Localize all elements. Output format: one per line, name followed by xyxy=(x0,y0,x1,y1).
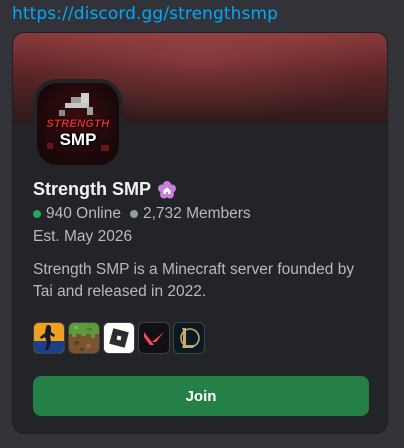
server-description: Strength SMP is a Minecraft server found… xyxy=(33,261,355,300)
join-button[interactable]: Join xyxy=(33,376,369,416)
server-stats: 940 Online 2,732 Members xyxy=(33,205,251,223)
server-icon-title: STRENGTH xyxy=(46,118,110,130)
league-of-legends-icon[interactable] xyxy=(173,322,205,354)
server-icon-subtitle: SMP xyxy=(59,130,97,149)
invite-card: STRENGTH SMP Strength SMP 940 Online 2,7… xyxy=(12,32,388,434)
established-date: Est. May 2026 xyxy=(33,228,133,245)
invite-link[interactable]: https://discord.gg/strengthsmp xyxy=(12,4,278,24)
roblox-icon[interactable] xyxy=(103,322,135,354)
counter-strike-icon[interactable] xyxy=(33,322,65,354)
game-activity-list xyxy=(33,322,205,354)
members-indicator-icon xyxy=(129,210,138,218)
server-name-row: Strength SMP xyxy=(33,179,177,200)
home-flower-badge-icon xyxy=(157,180,177,200)
online-count: 940 Online xyxy=(46,205,121,222)
server-icon: STRENGTH SMP xyxy=(37,83,119,165)
member-count: 2,732 Members xyxy=(142,205,251,222)
server-icon-frame[interactable]: STRENGTH SMP xyxy=(33,79,123,169)
valorant-icon[interactable] xyxy=(138,322,170,354)
minecraft-icon[interactable] xyxy=(68,322,100,354)
online-indicator-icon xyxy=(33,210,41,218)
server-name: Strength SMP xyxy=(33,179,152,199)
